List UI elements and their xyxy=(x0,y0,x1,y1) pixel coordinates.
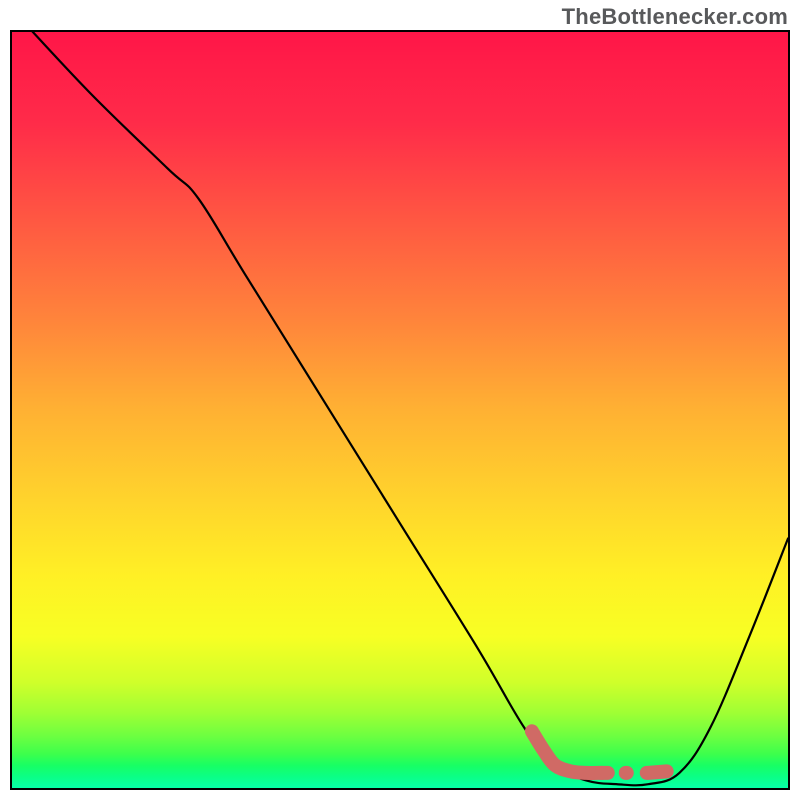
optimal-range-marker-tail xyxy=(602,771,676,773)
optimal-range-marker xyxy=(532,731,602,773)
curve-layer xyxy=(12,32,788,788)
chart-container: TheBottlenecker.com xyxy=(0,0,800,800)
watermark-text: TheBottlenecker.com xyxy=(562,4,788,30)
bottleneck-curve xyxy=(12,30,788,785)
plot-area xyxy=(12,32,788,788)
plot-frame xyxy=(10,30,790,790)
